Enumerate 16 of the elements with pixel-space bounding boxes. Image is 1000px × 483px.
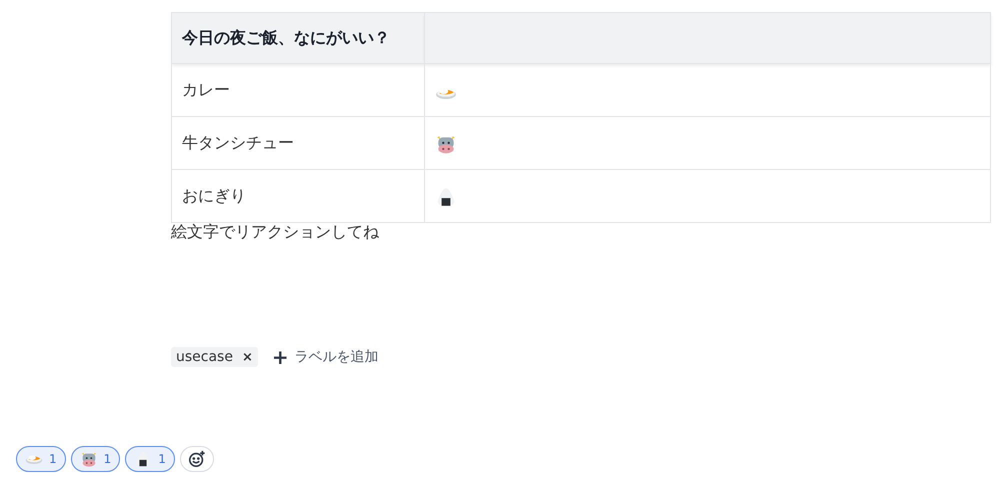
table-cell: 牛タンシチュー [172, 116, 424, 170]
label-text: usecase [176, 349, 233, 365]
add-label-button[interactable]: + ラベルを追加 [272, 345, 379, 369]
cow-face-icon [80, 450, 98, 468]
curry-rice-icon [25, 454, 43, 464]
body-text: 絵文字でリアクションしてね [171, 222, 379, 243]
column-header: 今日の夜ご飯、なにがいい？ [172, 12, 424, 64]
reaction-button[interactable]: 1 [16, 446, 66, 472]
curry-rice-icon [435, 88, 457, 98]
smiley-plus-icon [188, 450, 206, 468]
remove-label-button[interactable]: × [242, 350, 253, 364]
table-cell: カレー [172, 64, 424, 116]
add-reaction-button[interactable] [180, 446, 214, 472]
reaction-button[interactable]: 1 [125, 446, 175, 472]
table-cell: おにぎり [172, 170, 424, 222]
reaction-button[interactable]: 1 [70, 446, 120, 472]
